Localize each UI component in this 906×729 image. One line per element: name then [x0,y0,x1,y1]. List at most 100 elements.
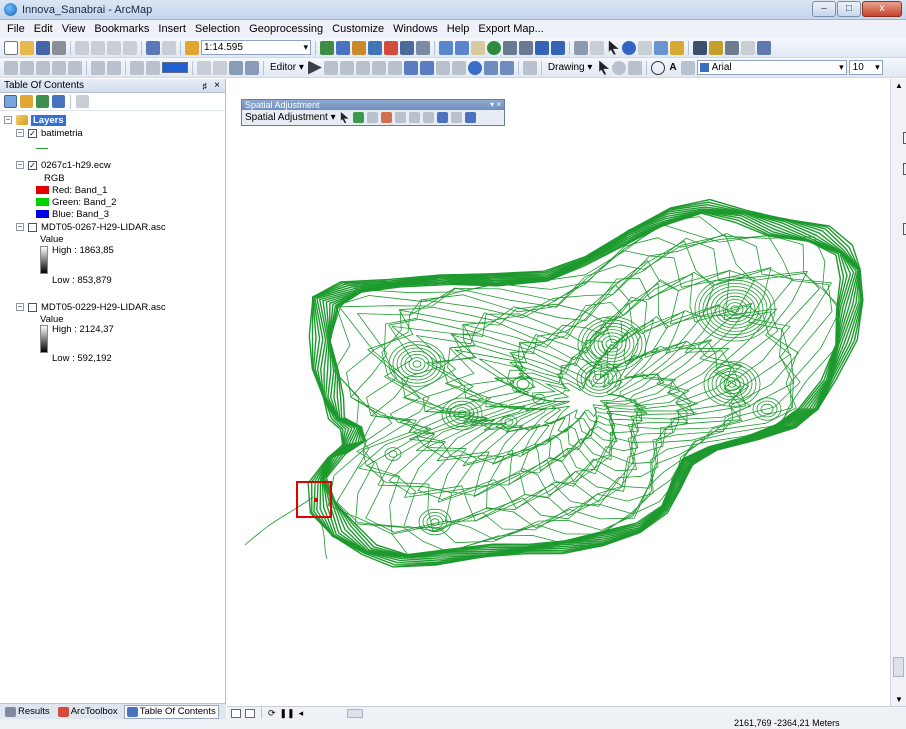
toc-close-icon[interactable]: × [214,79,220,93]
georef-tool-5-icon[interactable] [68,60,82,75]
menu-selection[interactable]: Selection [192,20,246,38]
editor-menu[interactable]: Editor ▾ [268,62,306,73]
select-features-icon[interactable] [574,40,588,55]
end-point-arc-icon[interactable] [355,60,370,75]
layout-tool-3-icon[interactable] [229,60,243,75]
go-to-xy-icon[interactable] [725,40,739,55]
horizontal-scroll-thumb[interactable] [347,708,364,718]
list-by-visibility-icon[interactable] [36,95,49,108]
model-builder-icon[interactable] [416,40,430,55]
scroll-up-arrow-icon[interactable]: ▲ [895,81,903,90]
layer-row-mdt0267[interactable]: − MDT05-0267-H29-LIDAR.asc [16,221,166,233]
georef-tool-9-icon[interactable] [146,60,160,75]
rotate-tool-icon[interactable] [467,60,482,75]
menu-file[interactable]: File [4,20,31,38]
search-window-icon[interactable] [368,40,382,55]
clear-limit-icon[interactable] [422,112,434,123]
save-icon[interactable] [36,40,50,55]
pan-hand-icon[interactable] [471,40,485,55]
layer-visibility-checkbox[interactable]: ✓ [28,160,37,170]
layer-name[interactable]: batimetria [41,128,83,139]
full-extent-icon[interactable] [487,40,501,55]
map-scale-input[interactable]: 1:14.595 [201,40,311,55]
refresh-icon[interactable]: ⟳ [268,708,276,719]
cut-icon[interactable] [75,40,89,55]
edit-vertices-drawing-icon[interactable] [680,60,695,75]
add-data-icon[interactable] [185,40,199,55]
spatial-adjustment-menu[interactable]: Spatial Adjustment ▾ [245,112,336,123]
select-elements-arrow-icon[interactable] [608,40,619,55]
zoom-in-icon[interactable] [439,40,453,55]
layer-visibility-checkbox[interactable]: ✓ [28,128,37,138]
copy-icon[interactable] [91,40,105,55]
layout-tool-1-icon[interactable] [197,60,211,75]
select-elements-icon[interactable] [599,60,610,75]
collapse-icon[interactable]: − [16,303,24,311]
multi-displacement-icon[interactable] [380,112,392,123]
identify-icon[interactable] [622,40,636,55]
edit-vertices-icon[interactable] [403,60,418,75]
font-size-select[interactable]: 10 [848,60,883,75]
clear-selection-icon[interactable] [590,40,604,55]
view-link-table-icon[interactable] [436,112,448,123]
area-limit-icon[interactable] [408,112,420,123]
attribute-transfer-icon[interactable] [450,112,462,123]
fill-color-swatch[interactable] [162,62,188,73]
cut-polygons-icon[interactable] [435,60,450,75]
straight-segment-icon[interactable] [339,60,354,75]
menu-view[interactable]: View [59,20,92,38]
print-icon[interactable] [52,40,66,55]
georef-tool-3-icon[interactable] [36,60,50,75]
layout-view-icon[interactable] [245,708,255,718]
layer-row-ecw[interactable]: − ✓ 0267c1-h29.ecw [16,159,111,171]
split-tool-icon[interactable] [451,60,466,75]
scroll-down-arrow-icon[interactable]: ▼ [895,695,903,704]
collapse-icon[interactable]: − [16,129,24,137]
menu-help[interactable]: Help [444,20,476,38]
collapse-icon[interactable]: − [16,223,24,231]
table-of-contents-icon[interactable] [336,40,350,55]
identity-link-icon[interactable] [394,112,406,123]
map-display[interactable] [227,79,890,706]
layer-row-batimetria[interactable]: − ✓ batimetria [16,127,83,139]
html-popup-icon[interactable] [654,40,668,55]
sketch-properties-icon[interactable] [499,60,514,75]
layer-visibility-checkbox[interactable] [28,222,37,232]
catalog-icon[interactable] [352,40,366,55]
collapse-icon[interactable]: − [16,161,24,169]
editor-toolbar-icon[interactable] [320,40,334,55]
python-window-icon[interactable] [400,40,414,55]
georef-tool-8-icon[interactable] [130,60,144,75]
georef-tool-1-icon[interactable] [4,60,18,75]
tab-table-of-contents[interactable]: Table Of Contents [123,704,219,719]
hyperlink-icon[interactable] [638,40,652,55]
new-document-icon[interactable] [4,40,18,55]
edit-annotation-icon[interactable] [323,60,338,75]
georef-tool-4-icon[interactable] [52,60,66,75]
reshape-feature-icon[interactable] [419,60,434,75]
tab-arctoolbox[interactable]: ArcToolbox [56,705,120,719]
back-extent-icon[interactable] [535,40,549,55]
font-name-select[interactable]: Arial [696,60,847,75]
layer-row-mdt0229[interactable]: − MDT05-0229-H29-LIDAR.asc [16,301,166,313]
menu-edit[interactable]: Edit [31,20,59,38]
menu-insert[interactable]: Insert [155,20,192,38]
menu-export-map[interactable]: Export Map... [475,20,549,38]
attributes-icon[interactable] [483,60,498,75]
layer-name[interactable]: MDT05-0229-H29-LIDAR.asc [41,302,166,313]
select-elements-icon[interactable] [340,112,349,123]
create-features-icon[interactable] [522,60,537,75]
menu-windows[interactable]: Windows [390,20,444,38]
layer-name[interactable]: MDT05-0267-H29-LIDAR.asc [41,222,166,233]
data-view-icon[interactable] [231,708,241,718]
time-slider-icon[interactable] [741,40,755,55]
fixed-zoom-out-icon[interactable] [519,40,533,55]
scroll-left-arrow-icon[interactable]: ◂ [299,708,304,719]
redo-icon[interactable] [162,40,176,55]
tab-results[interactable]: Results [3,705,52,719]
trace-icon[interactable] [371,60,386,75]
find-route-icon[interactable] [709,40,723,55]
layers-root-row[interactable]: − Layers [4,114,66,126]
scroll-thumb[interactable] [893,657,904,677]
spatial-adjustment-title-bar[interactable]: Spatial Adjustment ▾ × [242,100,504,110]
